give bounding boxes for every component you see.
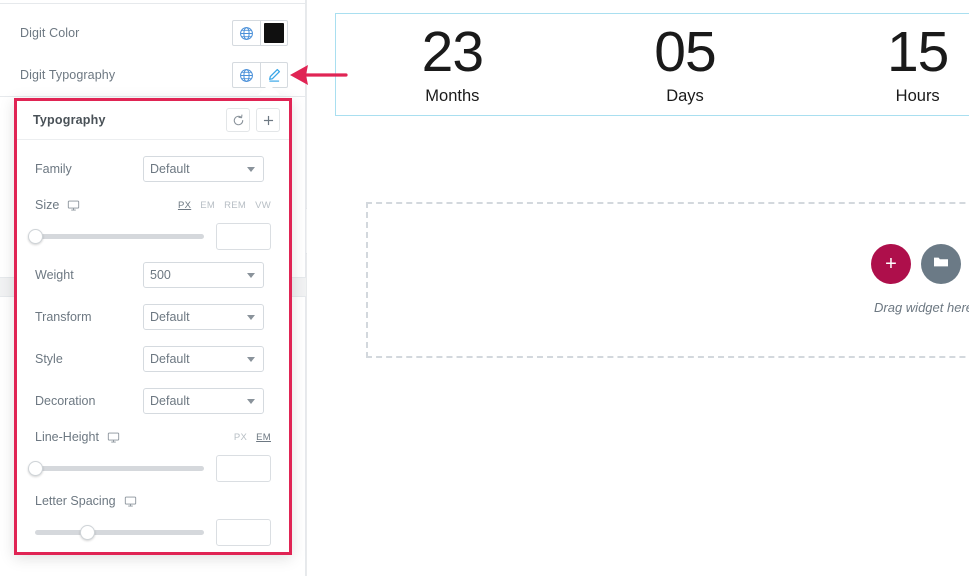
panel-top-divider: [0, 3, 306, 4]
size-unit-em[interactable]: EM: [200, 200, 215, 211]
countdown-digit: 05: [654, 19, 716, 84]
left-arrow-annotation: [288, 62, 348, 93]
add-widget-button[interactable]: +: [871, 244, 911, 284]
field-decoration: Decoration Default: [35, 380, 271, 422]
letter-spacing-label-group: Letter Spacing: [35, 494, 137, 508]
letter-spacing-label: Letter Spacing: [35, 494, 116, 508]
control-row-digit-color: Digit Color: [0, 12, 306, 54]
countdown-item-days: 05 Days: [569, 19, 802, 106]
line-height-label-group: Line-Height: [35, 430, 120, 444]
folder-icon: [931, 252, 951, 277]
desktop-monitor-icon[interactable]: [67, 199, 80, 212]
style-label: Style: [35, 352, 63, 366]
size-label-group: Size: [35, 198, 80, 212]
size-input[interactable]: [216, 222, 271, 250]
letter-spacing-header: Letter Spacing: [35, 488, 271, 514]
countdown-digit: 23: [421, 19, 484, 84]
weight-select-value: 500: [150, 268, 171, 282]
size-slider-row: [27, 218, 271, 254]
style-select[interactable]: Default: [143, 346, 264, 372]
size-slider-knob[interactable]: [27, 228, 43, 244]
globe-icon[interactable]: [233, 63, 260, 87]
field-transform: Transform Default: [35, 296, 271, 338]
chevron-down-icon: [247, 273, 255, 278]
transform-label: Transform: [35, 310, 92, 324]
digit-color-label: Digit Color: [20, 26, 80, 40]
countdown-label: Hours: [895, 86, 940, 105]
size-unit-selector: PX EM REM VW: [178, 200, 271, 211]
weight-label: Weight: [35, 268, 74, 282]
field-weight: Weight 500: [35, 254, 271, 296]
chevron-down-icon: [247, 357, 255, 362]
size-unit-px[interactable]: PX: [178, 200, 191, 211]
line-height-unit-selector: PX EM: [234, 432, 271, 443]
family-select-value: Default: [150, 162, 190, 176]
size-unit-rem[interactable]: REM: [224, 200, 246, 211]
digit-color-actions: [232, 20, 288, 46]
popover-title: Typography: [33, 113, 106, 127]
letter-spacing-input[interactable]: [216, 518, 271, 546]
reset-icon[interactable]: [226, 108, 250, 132]
field-style: Style Default: [35, 338, 271, 380]
desktop-monitor-icon[interactable]: [124, 495, 137, 508]
countdown-digit: 15: [886, 19, 949, 84]
size-slider-track[interactable]: [27, 228, 204, 244]
decoration-select-value: Default: [150, 394, 190, 408]
field-letter-spacing: Letter Spacing: [35, 486, 271, 550]
weight-select[interactable]: 500: [143, 262, 264, 288]
countdown-label: Days: [666, 86, 704, 105]
size-header: Size PX EM REM VW: [35, 192, 271, 218]
typography-popover: Typography Family Default Size PX EM REM…: [14, 98, 292, 555]
transform-select-value: Default: [150, 310, 190, 324]
dropzone-tools: +: [871, 244, 961, 284]
line-height-slider-row: [27, 450, 271, 486]
widget-library-button[interactable]: [921, 244, 961, 284]
decoration-select[interactable]: Default: [143, 388, 264, 414]
chevron-down-icon: [247, 315, 255, 320]
line-height-unit-em[interactable]: EM: [256, 432, 271, 443]
line-height-unit-px[interactable]: PX: [234, 432, 247, 443]
line-height-header: Line-Height PX EM: [35, 424, 271, 450]
chevron-down-icon: [247, 399, 255, 404]
popover-header: Typography: [17, 101, 289, 140]
field-size: Size PX EM REM VW: [27, 190, 271, 254]
color-swatch-button[interactable]: [260, 21, 287, 45]
letter-spacing-slider-row: [35, 514, 271, 550]
countdown-widget[interactable]: 23 Months 05 Days 15 Hours: [335, 13, 969, 116]
app-root: Digit Color Digit Typography Typography …: [0, 0, 969, 576]
letter-spacing-slider-knob[interactable]: [79, 524, 95, 540]
family-select[interactable]: Default: [143, 156, 264, 182]
editor-canvas: 23 Months 05 Days 15 Hours + Drag widget…: [307, 0, 969, 576]
field-family: Family Default: [35, 148, 271, 190]
dropzone-hint: Drag widget here: [874, 300, 969, 315]
line-height-slider-knob[interactable]: [27, 460, 43, 476]
style-select-value: Default: [150, 352, 190, 366]
globe-icon[interactable]: [233, 21, 260, 45]
transform-select[interactable]: Default: [143, 304, 264, 330]
letter-spacing-slider-track[interactable]: [35, 524, 204, 540]
desktop-monitor-icon[interactable]: [107, 431, 120, 444]
countdown-item-months: 23 Months: [336, 19, 569, 106]
decoration-label: Decoration: [35, 394, 96, 408]
plus-icon[interactable]: [256, 108, 280, 132]
popover-header-buttons: [226, 108, 280, 132]
popover-body: Family Default Size PX EM REM VW Weight …: [17, 140, 289, 550]
plus-icon: +: [885, 253, 897, 275]
panel-divider: [0, 96, 306, 97]
line-height-label: Line-Height: [35, 430, 99, 444]
chevron-down-icon: [247, 167, 255, 172]
family-label: Family: [35, 162, 72, 176]
color-swatch: [264, 23, 284, 43]
countdown-label: Months: [425, 86, 480, 105]
countdown-item-hours: 15 Hours: [801, 19, 969, 106]
line-height-input[interactable]: [216, 454, 271, 482]
line-height-slider-track[interactable]: [27, 460, 204, 476]
popover-caret: [258, 84, 280, 95]
digit-typography-label: Digit Typography: [20, 68, 116, 82]
size-label: Size: [35, 198, 60, 212]
field-line-height: Line-Height PX EM: [27, 422, 271, 486]
size-unit-vw[interactable]: VW: [255, 200, 271, 211]
